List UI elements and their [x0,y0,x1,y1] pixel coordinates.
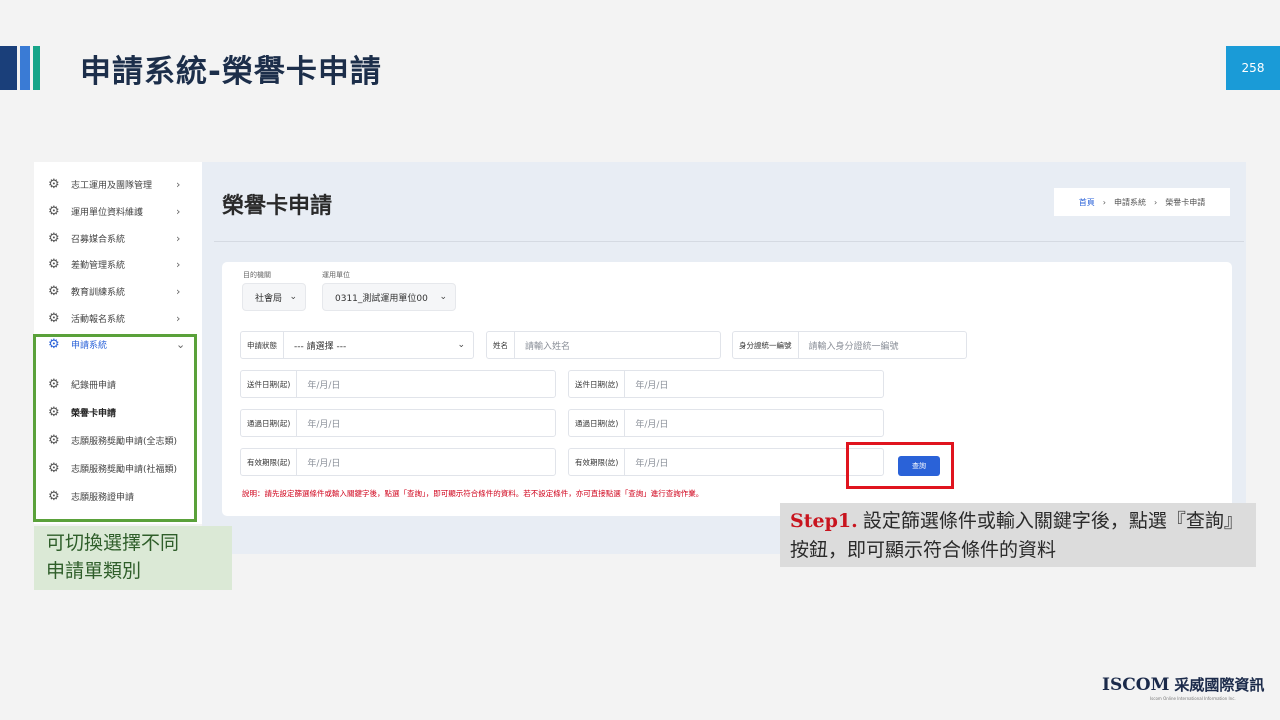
sidebar-item-recruit[interactable]: ⚙ 召募媒合系統 › [34,225,202,251]
apply-start-date-field[interactable]: 送件日期(起) 年/月/日 [240,370,556,398]
page-title: 榮譽卡申請 [222,194,333,219]
step-text: 設定篩選條件或輸入關鍵字後，點選『查詢』按鈕，即可顯示符合條件的資料 [790,510,1243,561]
name-input-placeholder: 請輸入姓名 [525,341,571,352]
accent-bar-blue [20,46,30,90]
breadcrumb-level1[interactable]: 申請系統 [1114,197,1146,208]
sidebar-item-label: 教育訓練系統 [71,287,126,298]
page-number-badge: 258 [1226,46,1280,90]
chevron-down-icon: ⌄ [439,292,447,302]
name-label: 姓名 [487,332,515,358]
logo-brand-cn: 采威國際資訊 [1174,676,1265,694]
authority-select[interactable]: 社會局 ⌄ [242,283,306,311]
chevron-right-icon: › [176,204,181,218]
gear-icon: ⚙ [48,230,60,246]
sidebar-item-label: 志工運用及團隊管理 [71,180,153,191]
sidebar-item-label: 活動報名系統 [71,314,126,325]
authority-select-value: 社會局 [255,293,283,304]
unit-label: 運用單位 [322,271,350,279]
approve-end-placeholder: 年/月/日 [635,419,669,430]
breadcrumb-current: 榮譽卡申請 [1165,197,1206,207]
company-logo: ISCOM 采威國際資訊 Iscom Online International … [1102,674,1265,702]
apply-end-label: 送件日期(訖) [569,371,626,397]
approve-start-date-field[interactable]: 通過日期(起) 年/月/日 [240,409,556,437]
apply-end-date-field[interactable]: 送件日期(訖) 年/月/日 [568,370,884,398]
apply-end-placeholder: 年/月/日 [635,380,669,391]
gear-icon: ⚙ [48,256,60,272]
gear-icon: ⚙ [48,283,60,299]
query-highlight-box [846,442,954,489]
approve-start-label: 通過日期(起) [241,410,298,436]
approve-start-placeholder: 年/月/日 [307,419,341,430]
valid-end-label: 有效期限(訖) [569,449,626,475]
status-select[interactable]: 申請狀態 --- 請選擇 --- ⌄ [240,331,474,359]
main-content: 榮譽卡申請 首頁 › 申請系統 › 榮譽卡申請 目的機關 運用單位 社會局 ⌄ … [202,162,1246,554]
sidebar-highlight-box [33,334,197,522]
valid-end-placeholder: 年/月/日 [635,458,669,469]
breadcrumb: 首頁 › 申請系統 › 榮譽卡申請 [1054,188,1230,216]
chevron-right-icon: › [176,284,181,298]
slide-title: 申請系統-榮譽卡申請 [80,54,382,90]
apply-start-placeholder: 年/月/日 [307,380,341,391]
filter-card: 目的機關 運用單位 社會局 ⌄ 0311_測試運用單位00 ⌄ 申請狀態 ---… [222,262,1232,516]
chevron-right-icon: › [176,177,181,191]
apply-start-label: 送件日期(起) [241,371,298,397]
breadcrumb-separator: › [1102,197,1106,207]
chevron-right-icon: › [176,311,181,325]
chevron-right-icon: › [176,231,181,245]
sidebar-item-volunteer-team[interactable]: ⚙ 志工運用及團隊管理 › [34,171,202,197]
sidebar-callout: 可切換選擇不同 申請單類別 [34,526,232,590]
step-callout: Step1. 設定篩選條件或輸入關鍵字後，點選『查詢』按鈕，即可顯示符合條件的資… [780,503,1256,567]
breadcrumb-separator: › [1154,197,1158,207]
id-number-input-placeholder: 請輸入身分證統一編號 [808,341,899,352]
chevron-down-icon: ⌄ [289,292,297,302]
app-screenshot: ⚙ 志工運用及團隊管理 › ⚙ 運用單位資料維護 › ⚙ 召募媒合系統 › ⚙ … [34,162,1246,554]
sidebar-item-training[interactable]: ⚙ 教育訓練系統 › [34,278,202,304]
sidebar-item-label: 召募媒合系統 [71,234,126,245]
accent-bar-dark [0,46,17,90]
unit-select-value: 0311_測試運用單位00 [335,293,428,304]
logo-brand: ISCOM [1102,674,1170,695]
chevron-right-icon: › [176,257,181,271]
status-label: 申請狀態 [241,332,284,358]
chevron-down-icon: ⌄ [457,340,465,350]
gear-icon: ⚙ [48,310,60,326]
sidebar-item-label: 差勤管理系統 [71,260,126,271]
breadcrumb-home-link[interactable]: 首頁 [1079,197,1095,208]
unit-select[interactable]: 0311_測試運用單位00 ⌄ [322,283,456,311]
valid-start-label: 有效期限(起) [241,449,298,475]
sidebar-item-label: 運用單位資料維護 [71,207,144,218]
filter-notice: 說明：請先設定篩選條件或輸入關鍵字後，點選「查詢」，即可顯示符合條件的資料。若不… [242,489,704,498]
status-select-value: --- 請選擇 --- [294,341,347,352]
valid-end-date-field[interactable]: 有效期限(訖) 年/月/日 [568,448,884,476]
authority-label: 目的機關 [243,271,271,279]
id-number-field[interactable]: 身分證統一編號 請輸入身分證統一編號 [732,331,967,359]
step-label: Step1. [790,510,858,532]
header-divider [214,241,1244,242]
sidebar-item-attendance[interactable]: ⚙ 差勤管理系統 › [34,251,202,277]
sidebar-item-unit-data[interactable]: ⚙ 運用單位資料維護 › [34,198,202,224]
gear-icon: ⚙ [48,203,60,219]
valid-start-date-field[interactable]: 有效期限(起) 年/月/日 [240,448,556,476]
logo-subtitle: Iscom Online International Information I… [1150,696,1236,701]
approve-end-date-field[interactable]: 通過日期(訖) 年/月/日 [568,409,884,437]
approve-end-label: 通過日期(訖) [569,410,626,436]
id-number-label: 身分證統一編號 [733,332,799,358]
name-field[interactable]: 姓名 請輸入姓名 [486,331,721,359]
sidebar-item-activity[interactable]: ⚙ 活動報名系統 › [34,305,202,331]
gear-icon: ⚙ [48,176,60,192]
accent-bar-teal [33,46,40,90]
sidebar-callout-text: 可切換選擇不同 申請單類別 [46,532,180,582]
valid-start-placeholder: 年/月/日 [307,458,341,469]
